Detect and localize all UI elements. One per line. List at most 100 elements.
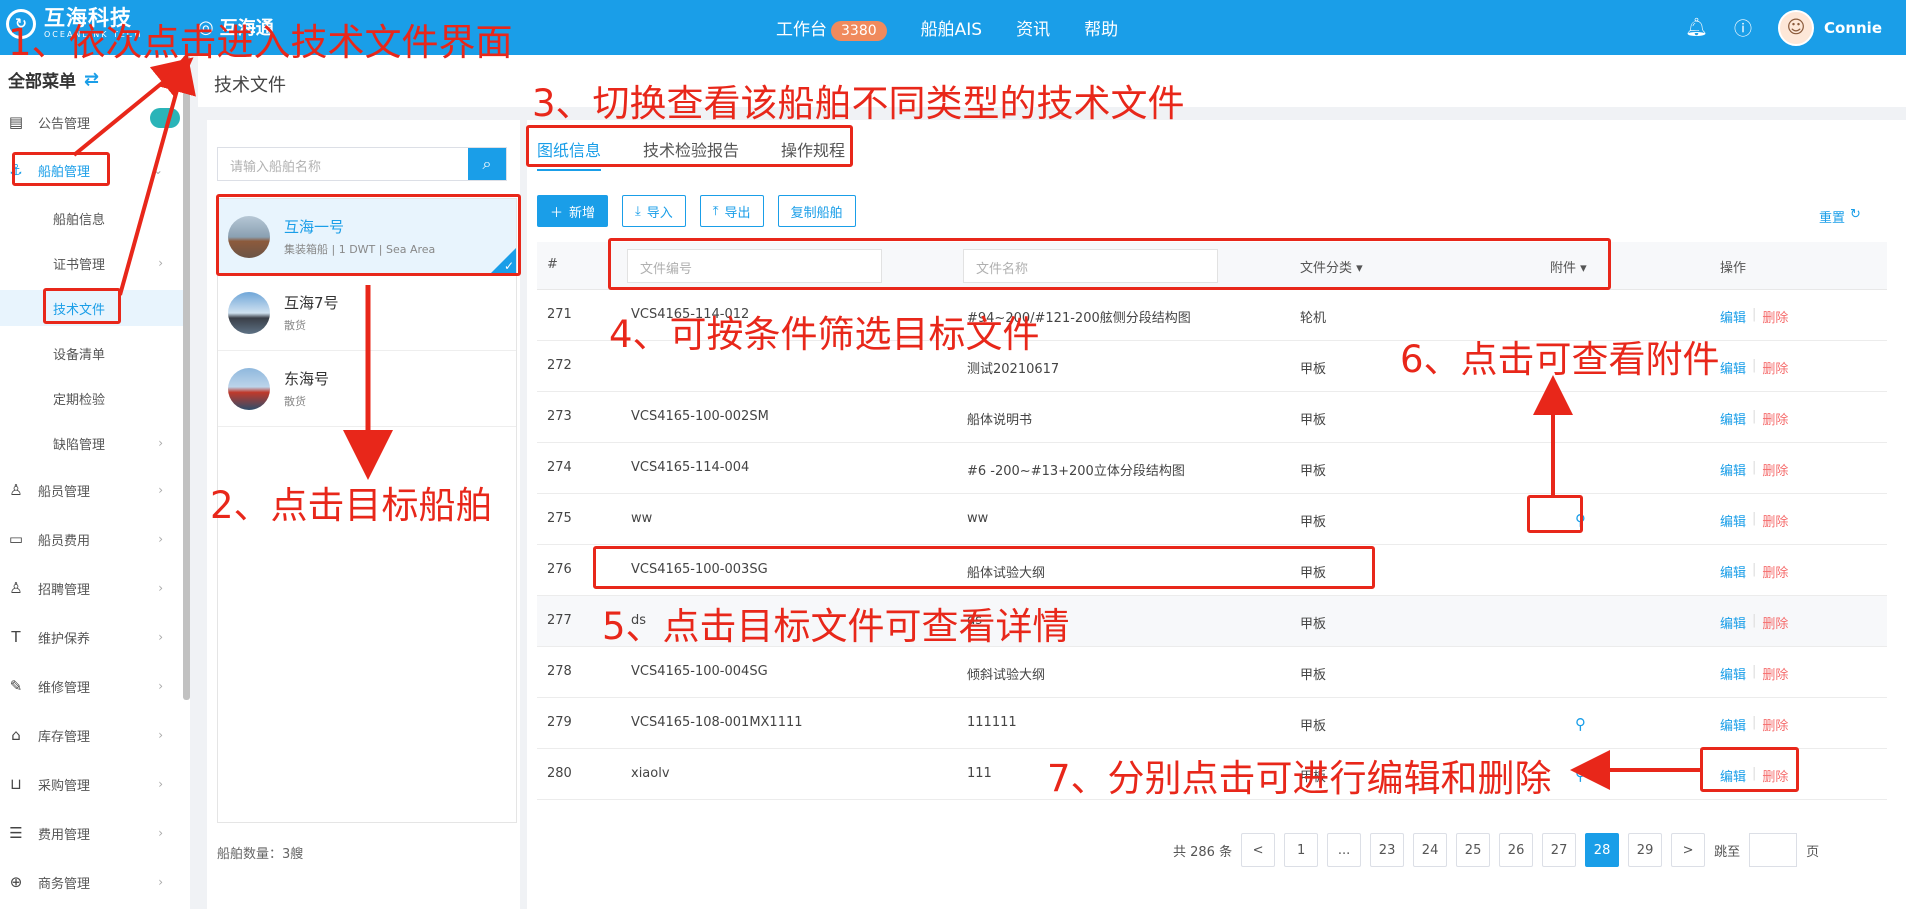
table-row[interactable]: 275 ww ww 甲板 ⚲ 编辑 | 删除 — [537, 494, 1887, 545]
annotation-step4: 4、可按条件筛选目标文件 — [609, 313, 1040, 356]
sidebar-item-label: 船舶信息 — [53, 212, 106, 228]
chevron-right-icon: › — [158, 875, 163, 889]
nav-news[interactable]: 资讯 — [1016, 15, 1050, 40]
sidebar-scrollbar[interactable] — [183, 55, 190, 700]
sidebar-item-purchase[interactable]: ⊔ 采购管理 › — [0, 766, 183, 802]
page-button[interactable]: 29 — [1628, 833, 1663, 867]
page-button[interactable]: 24 — [1413, 833, 1448, 867]
workbench-badge: 3380 — [831, 20, 887, 41]
chevron-right-icon: › — [158, 826, 163, 840]
delete-button[interactable]: 删除 — [1762, 409, 1788, 428]
page-button[interactable]: 23 — [1370, 833, 1405, 867]
table-row[interactable]: 273 VCS4165-100-002SM 船体说明书 甲板 编辑 | 删除 — [537, 392, 1887, 443]
delete-button[interactable]: 删除 — [1762, 460, 1788, 479]
bell-icon[interactable]: 🔔︎ — [1685, 17, 1708, 38]
action-separator: | — [1752, 613, 1757, 628]
delete-button[interactable]: 删除 — [1762, 511, 1788, 530]
prev-page-button[interactable]: < — [1241, 833, 1276, 867]
page-button[interactable]: 26 — [1499, 833, 1534, 867]
sidebar-item-inventory[interactable]: ⌂ 库存管理 › — [0, 717, 183, 753]
delete-button[interactable]: 删除 — [1762, 358, 1788, 377]
next-page-button[interactable]: > — [1671, 833, 1706, 867]
table-row[interactable]: 278 VCS4165-100-004SG 倾斜试验大纲 甲板 编辑 | 删除 — [537, 647, 1887, 698]
paperclip-icon[interactable]: ⚲ — [1575, 715, 1586, 733]
sidebar-item-crew[interactable]: ♙ 船员管理 › — [0, 472, 183, 508]
sidebar-item-label: 公告管理 — [38, 116, 91, 132]
file-name: 倾斜试验大纲 — [967, 668, 1046, 683]
toolbar: ＋ 新增 ⤓ 导入 ⤒ 导出 复制船舶 — [537, 195, 856, 227]
export-icon: ⤒ — [712, 203, 719, 219]
nav-ais[interactable]: 船舶AIS — [921, 15, 982, 40]
ship-item[interactable]: 东海号 散货 — [218, 351, 516, 427]
sidebar-item-crew-cost[interactable]: ▭ 船员费用 › — [0, 521, 183, 557]
row-index: 275 — [547, 511, 572, 526]
annotation-step7: 7、分别点击可进行编辑和删除 — [1047, 757, 1552, 800]
search-button[interactable]: ⌕ — [468, 148, 506, 180]
ship-name: 互海7号 — [284, 294, 339, 312]
refresh-icon: ↻ — [1850, 207, 1861, 222]
copy-ship-button[interactable]: 复制船舶 — [777, 195, 856, 227]
edit-button[interactable]: 编辑 — [1720, 307, 1746, 326]
page-button[interactable]: 1 — [1284, 833, 1319, 867]
nav-workbench-label: 工作台 — [776, 19, 827, 40]
user-menu[interactable]: ☺ Connie — [1778, 9, 1882, 46]
table-row[interactable]: 274 VCS4165-114-004 #6 -200~#13+200立体分段结构图… — [537, 443, 1887, 494]
row-index: 278 — [547, 664, 572, 679]
delete-button[interactable]: 删除 — [1762, 715, 1788, 734]
row-index: 272 — [547, 358, 572, 373]
sidebar-item-expense[interactable]: ☰ 费用管理 › — [0, 815, 183, 851]
edit-button[interactable]: 编辑 — [1720, 562, 1746, 581]
file-category: 轮机 — [1300, 311, 1327, 326]
delete-button[interactable]: 删除 — [1762, 307, 1788, 326]
nav-help[interactable]: 帮助 — [1084, 15, 1118, 40]
sidebar-item-maintenance[interactable]: T 维护保养 › — [0, 619, 183, 655]
reset-button[interactable]: 重置 ↻ — [1819, 207, 1861, 226]
sidebar-item-equipment[interactable]: 设备清单 — [0, 335, 183, 371]
sidebar-item-defects[interactable]: 缺陷管理 › — [0, 425, 183, 461]
edit-button[interactable]: 编辑 — [1720, 358, 1746, 377]
sidebar-item-repair[interactable]: ✎ 维修管理 › — [0, 668, 183, 704]
edit-button[interactable]: 编辑 — [1720, 409, 1746, 428]
sidebar-item-business[interactable]: ⊕ 商务管理 › — [0, 864, 183, 900]
page-button[interactable]: 25 — [1456, 833, 1491, 867]
export-button[interactable]: ⤒ 导出 — [699, 195, 764, 227]
chevron-right-icon: › — [158, 777, 163, 791]
delete-button[interactable]: 删除 — [1762, 613, 1788, 632]
row-index: 273 — [547, 409, 572, 424]
switch-icon[interactable]: ⇄ — [84, 69, 99, 90]
table-row[interactable]: 279 VCS4165-108-001MX1111 111111 甲板 ⚲ 编辑 | 删除 — [537, 698, 1887, 749]
row-actions: 编辑 | 删除 — [1720, 409, 1788, 428]
row-index: 276 — [547, 562, 572, 577]
row-actions: 编辑 | 删除 — [1720, 715, 1788, 734]
highlight-actions — [1700, 747, 1799, 792]
ship-item[interactable]: 互海7号 散货 — [218, 275, 516, 351]
file-category: 甲板 — [1300, 413, 1327, 428]
current-page-button[interactable]: 28 — [1585, 833, 1620, 867]
delete-button[interactable]: 删除 — [1762, 664, 1788, 683]
sidebar-item-inspection[interactable]: 定期检验 — [0, 380, 183, 416]
jump-label: 跳至 — [1714, 844, 1741, 860]
ship-search: 请输入船舶名称 ⌕ — [217, 147, 507, 181]
page-unit: 页 — [1806, 844, 1820, 860]
page-jump-input[interactable] — [1749, 833, 1798, 867]
page-button[interactable]: 27 — [1542, 833, 1577, 867]
edit-button[interactable]: 编辑 — [1720, 511, 1746, 530]
import-button[interactable]: ⤓ 导入 — [622, 195, 686, 227]
ship-search-input[interactable]: 请输入船舶名称 — [218, 148, 468, 180]
file-category: 甲板 — [1300, 464, 1327, 479]
add-button[interactable]: ＋ 新增 — [537, 195, 609, 227]
sidebar-item-certificates[interactable]: 证书管理 › — [0, 245, 183, 281]
nav-workbench[interactable]: 工作台 3380 — [776, 15, 887, 41]
paperclip-icon[interactable]: ⚲ — [1575, 766, 1586, 784]
edit-button[interactable]: 编辑 — [1720, 460, 1746, 479]
sidebar-item-ship-info[interactable]: 船舶信息 — [0, 200, 183, 236]
help-icon[interactable]: ⓘ — [1734, 15, 1752, 41]
edit-button[interactable]: 编辑 — [1720, 613, 1746, 632]
edit-button[interactable]: 编辑 — [1720, 715, 1746, 734]
delete-button[interactable]: 删除 — [1762, 562, 1788, 581]
export-label: 导出 — [724, 205, 751, 221]
page-ellipsis[interactable]: ... — [1327, 833, 1362, 867]
edit-button[interactable]: 编辑 — [1720, 664, 1746, 683]
sidebar-item-recruit[interactable]: ♙ 招聘管理 › — [0, 570, 183, 606]
sidebar-item-notice[interactable]: ▤ 公告管理 — [0, 104, 183, 140]
